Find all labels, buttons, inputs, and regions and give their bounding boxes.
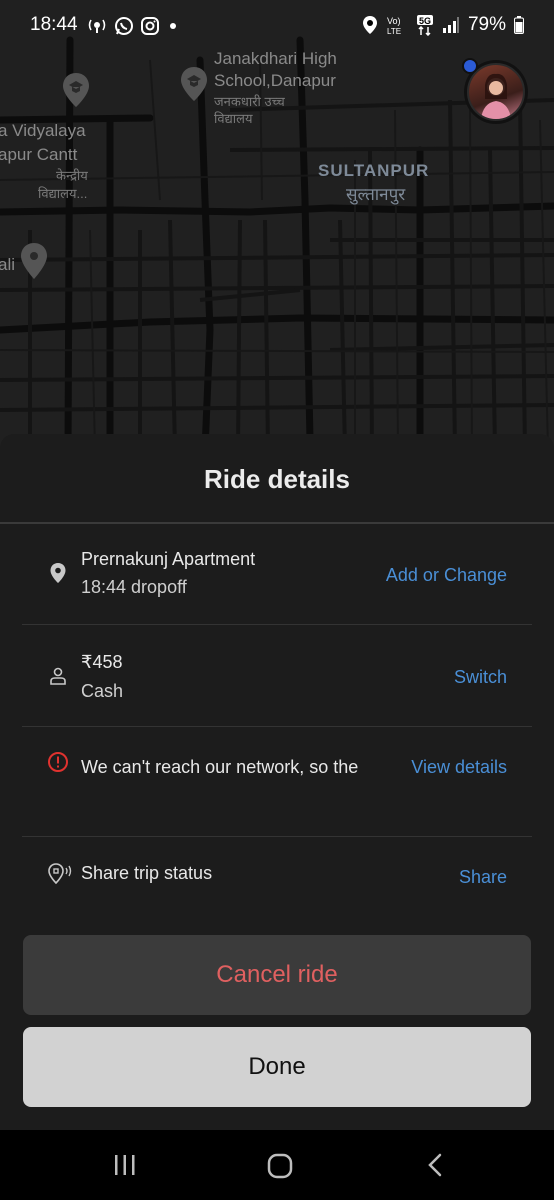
done-button[interactable]: Done (23, 1027, 531, 1107)
map-label-vidyalaya: a Vidyalaya (0, 121, 86, 140)
school-pin-icon[interactable] (180, 66, 208, 102)
share-trip-label: Share trip status (81, 863, 213, 883)
svg-text:LTE: LTE (387, 27, 401, 36)
location-broadcast-icon (88, 19, 106, 33)
row-divider (22, 624, 532, 625)
system-navigation-bar (0, 1130, 554, 1200)
5g-network-icon: 5G (416, 15, 433, 36)
ride-details-sheet: Ride details Prernakunj Apartment 18:44 … (0, 434, 554, 1130)
title-divider (0, 522, 554, 524)
place-pin-icon[interactable] (20, 242, 48, 280)
svg-text:5G: 5G (419, 16, 431, 26)
system-icons: Vo) LTE 5G 79% (362, 14, 524, 36)
sheet-title: Ride details (204, 464, 350, 494)
location-icon (362, 16, 377, 34)
map-label-place: ali (0, 255, 16, 274)
svg-text:Vo): Vo) (387, 16, 401, 26)
cancel-ride-button[interactable]: Cancel ride (23, 935, 531, 1015)
profile-photo (467, 63, 525, 121)
payment-row[interactable]: ₹458 Cash Switch (0, 647, 554, 727)
share-location-icon (48, 863, 72, 885)
view-details-link[interactable]: View details (411, 757, 507, 778)
share-trip-row[interactable]: Share trip status Share (0, 852, 554, 902)
whatsapp-icon (115, 17, 133, 35)
person-icon (50, 667, 66, 685)
recent-apps-icon[interactable] (112, 1152, 138, 1178)
add-or-change-link[interactable]: Add or Change (386, 565, 507, 586)
map-label-school-hindi: जनकधारी उच्च (214, 94, 285, 109)
fare-amount: ₹458 (81, 652, 123, 672)
signal-strength-icon (442, 17, 459, 33)
map-label-vidyalaya: apur Cantt (0, 145, 78, 164)
battery-percentage: 79% (467, 14, 506, 35)
map-label-school-hindi: विद्यालय (214, 111, 253, 126)
more-notifications-dot-icon (170, 23, 176, 29)
network-alert-row[interactable]: We can't reach our network, so the View … (0, 744, 554, 824)
back-icon[interactable] (424, 1152, 448, 1178)
share-link[interactable]: Share (459, 867, 507, 888)
online-indicator (462, 58, 478, 74)
alert-circle-icon (48, 752, 68, 772)
destination-row[interactable]: Prernakunj Apartment 18:44 dropoff Add o… (0, 544, 554, 624)
status-time: 18:44 (30, 14, 78, 35)
map-label-vidyalaya-hindi: विद्यालय... (38, 186, 88, 201)
destination-name: Prernakunj Apartment (81, 549, 256, 569)
map-label-area-hindi: सुल्तानपुर (346, 185, 406, 204)
volte-icon: Vo) LTE (387, 16, 401, 36)
dropoff-time: 18:44 dropoff (81, 577, 187, 597)
location-pin-icon (50, 563, 66, 583)
payment-method: Cash (81, 681, 124, 701)
row-divider (22, 726, 532, 727)
home-icon[interactable] (266, 1152, 294, 1180)
status-bar: 18:44 Vo) LTE 5G 79% (0, 0, 554, 52)
map-label-school: School,Danapur (214, 71, 336, 90)
notification-icons (86, 16, 180, 36)
map-label-vidyalaya-hindi: केन्द्रीय (56, 168, 88, 183)
map-label-area: SULTANPUR (318, 161, 430, 180)
switch-payment-link[interactable]: Switch (454, 667, 507, 688)
instagram-icon (141, 17, 159, 35)
school-pin-icon[interactable] (62, 72, 90, 108)
row-divider (22, 836, 532, 837)
battery-icon (514, 16, 524, 34)
network-alert-message: We can't reach our network, so the (81, 757, 359, 777)
